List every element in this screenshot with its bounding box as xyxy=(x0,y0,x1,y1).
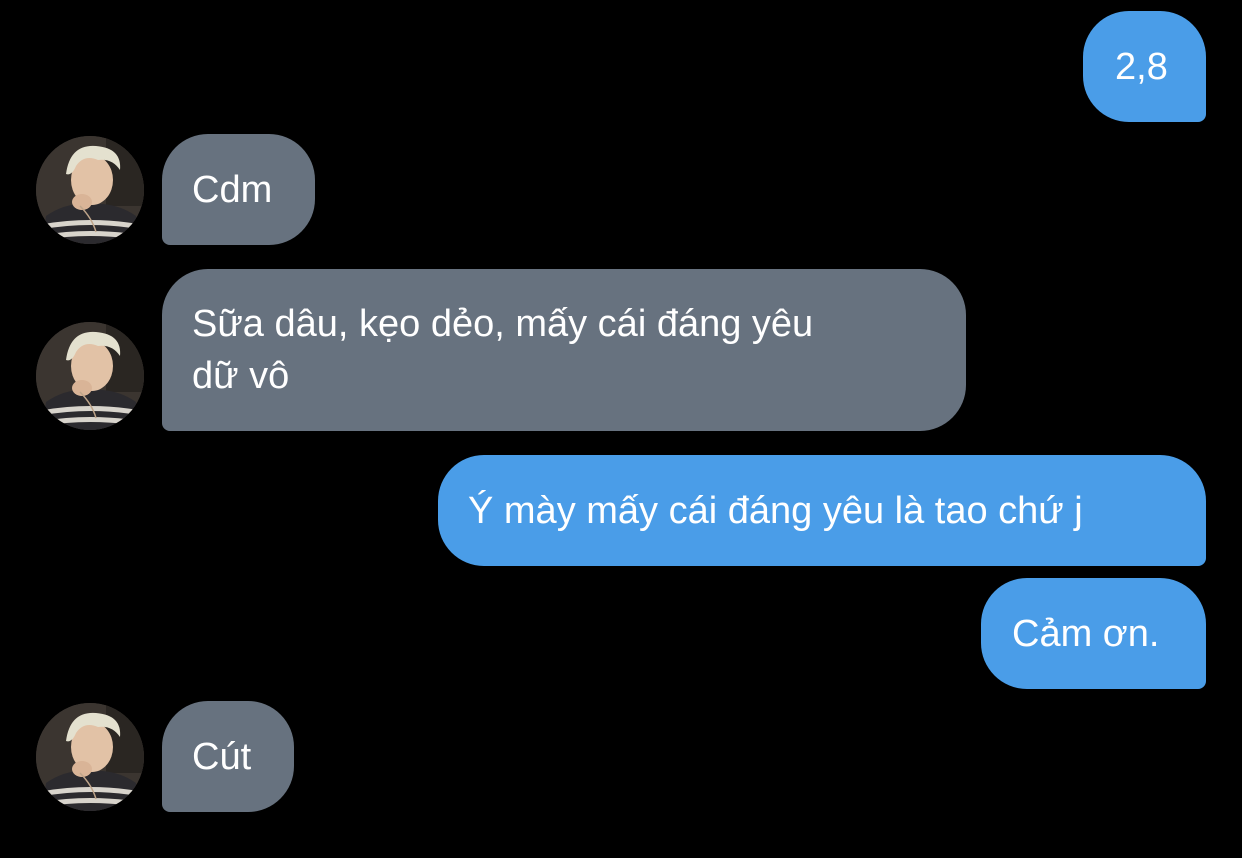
chat-screen: { "colors": { "background": "#000000", "… xyxy=(0,0,1242,858)
message-bubble-incoming[interactable]: Sữa dâu, kẹo dẻo, mấy cái đáng yêu dữ vô xyxy=(162,269,966,431)
user-avatar[interactable] xyxy=(36,136,144,244)
message-bubble-outgoing[interactable]: Ý mày mấy cái đáng yêu là tao chứ j xyxy=(438,455,1206,566)
message-text-line: Sữa dâu, kẹo dẻo, mấy cái đáng yêu xyxy=(192,303,814,345)
avatar-photo xyxy=(36,322,144,430)
message-text: 2,8 xyxy=(1115,46,1168,88)
message-text: Cdm xyxy=(192,169,273,211)
user-avatar[interactable] xyxy=(36,322,144,430)
message-text-line: dữ vô xyxy=(192,355,290,397)
avatar-photo xyxy=(36,136,144,244)
message-bubble-incoming[interactable]: Cdm xyxy=(162,134,315,245)
avatar-photo xyxy=(36,703,144,811)
message-text: Cảm ơn. xyxy=(1012,613,1160,655)
user-avatar[interactable] xyxy=(36,703,144,811)
message-text: Ý mày mấy cái đáng yêu là tao chứ j xyxy=(468,490,1083,532)
message-bubble-outgoing[interactable]: 2,8 xyxy=(1083,11,1206,122)
message-bubble-incoming[interactable]: Cút xyxy=(162,701,294,812)
message-bubble-outgoing[interactable]: Cảm ơn. xyxy=(981,578,1206,689)
message-text: Cút xyxy=(192,736,252,778)
